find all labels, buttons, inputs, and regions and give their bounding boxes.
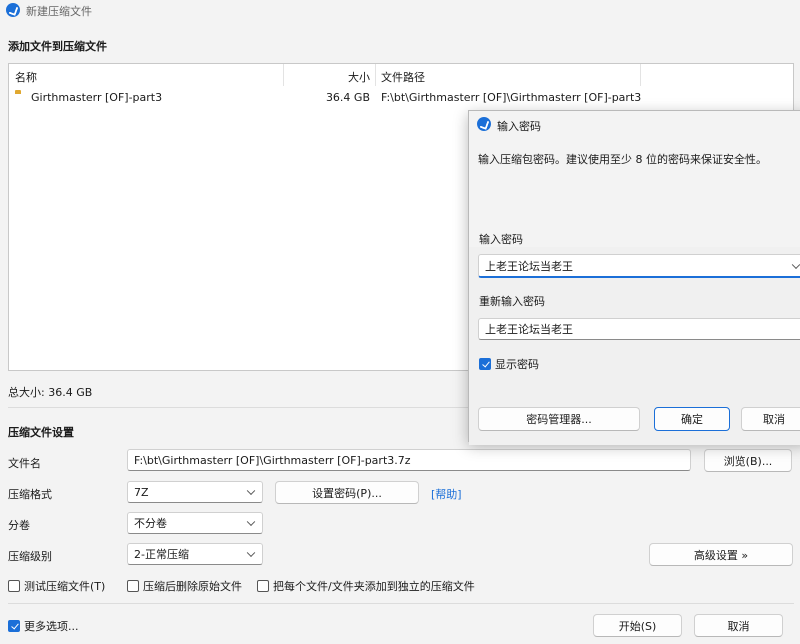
- total-size: 总大小: 36.4 GB: [8, 386, 93, 399]
- app-icon: [6, 3, 20, 17]
- format-value: 7Z: [134, 485, 149, 499]
- help-link[interactable]: [帮助]: [431, 486, 462, 502]
- delete-after-label: 压缩后删除原始文件: [143, 580, 242, 593]
- separate-archives-checkbox[interactable]: 把每个文件/文件夹添加到独立的压缩文件: [257, 578, 475, 594]
- column-header-size[interactable]: 大小: [285, 69, 370, 85]
- browse-button[interactable]: 浏览(B)...: [704, 449, 792, 472]
- filename-input[interactable]: F:\bt\Girthmasterr [OF]\Girthmasterr [OF…: [127, 449, 691, 471]
- show-password-label: 显示密码: [495, 358, 539, 371]
- file-name: Girthmasterr [OF]-part3: [31, 91, 163, 104]
- dialog-cancel-button[interactable]: 取消: [741, 407, 800, 431]
- chevron-down-icon: [791, 260, 800, 269]
- more-options-checkbox[interactable]: 更多选项...: [8, 618, 79, 634]
- chevron-down-icon: [246, 548, 256, 558]
- file-path: F:\bt\Girthmasterr [OF]\Girthmasterr [OF…: [381, 91, 642, 104]
- cancel-button[interactable]: 取消: [694, 614, 783, 637]
- password-input[interactable]: 上老王论坛当老王: [478, 254, 800, 278]
- split-select[interactable]: 不分卷: [127, 512, 263, 534]
- level-label: 压缩级别: [8, 550, 52, 563]
- app-icon: [477, 117, 491, 131]
- settings-heading: 压缩文件设置: [8, 426, 74, 439]
- show-password-checkbox[interactable]: 显示密码: [479, 356, 539, 372]
- ok-button[interactable]: 确定: [654, 407, 730, 431]
- password-dialog: 输入密码 输入压缩包密码。建议使用至少 8 位的密码来保证安全性。 输入密码 上…: [468, 110, 800, 445]
- checkbox-icon: [257, 580, 269, 592]
- advanced-settings-button[interactable]: 高级设置 »: [649, 543, 793, 566]
- password-label: 输入密码: [479, 233, 523, 246]
- test-archive-label: 测试压缩文件(T): [24, 580, 106, 593]
- chevron-down-icon: [246, 517, 256, 527]
- password-value: 上老王论坛当老王: [485, 259, 573, 273]
- repeat-password-label: 重新输入密码: [479, 295, 545, 308]
- level-value: 2-正常压缩: [134, 548, 189, 561]
- files-heading: 添加文件到压缩文件: [8, 40, 107, 53]
- window-title: 新建压缩文件: [26, 5, 92, 18]
- level-select[interactable]: 2-正常压缩: [127, 543, 263, 565]
- more-options-label: 更多选项...: [24, 620, 79, 633]
- column-header-name[interactable]: 名称: [15, 69, 37, 85]
- split-value: 不分卷: [134, 517, 167, 530]
- password-manager-button[interactable]: 密码管理器...: [478, 407, 640, 431]
- checkbox-icon: [8, 620, 20, 632]
- checkbox-icon: [479, 358, 491, 370]
- split-label: 分卷: [8, 519, 30, 532]
- checkbox-icon: [127, 580, 139, 592]
- separate-archives-label: 把每个文件/文件夹添加到独立的压缩文件: [273, 580, 475, 593]
- checkbox-icon: [8, 580, 20, 592]
- test-archive-checkbox[interactable]: 测试压缩文件(T): [8, 578, 105, 594]
- set-password-button[interactable]: 设置密码(P)...: [275, 481, 419, 504]
- start-button[interactable]: 开始(S): [593, 614, 682, 637]
- filename-label: 文件名: [8, 457, 41, 470]
- dialog-title: 输入密码: [497, 120, 541, 133]
- format-select[interactable]: 7Z: [127, 481, 263, 503]
- table-row[interactable]: Girthmasterr [OF]-part3 36.4 GB F:\bt\Gi…: [9, 88, 793, 108]
- chevron-down-icon: [246, 486, 256, 496]
- repeat-password-input[interactable]: 上老王论坛当老王: [478, 318, 800, 340]
- delete-after-checkbox[interactable]: 压缩后删除原始文件: [127, 578, 242, 594]
- file-size: 36.4 GB: [325, 91, 370, 104]
- column-header-path[interactable]: 文件路径: [381, 69, 425, 85]
- format-label: 压缩格式: [8, 488, 52, 501]
- dialog-description: 输入压缩包密码。建议使用至少 8 位的密码来保证安全性。: [478, 153, 767, 166]
